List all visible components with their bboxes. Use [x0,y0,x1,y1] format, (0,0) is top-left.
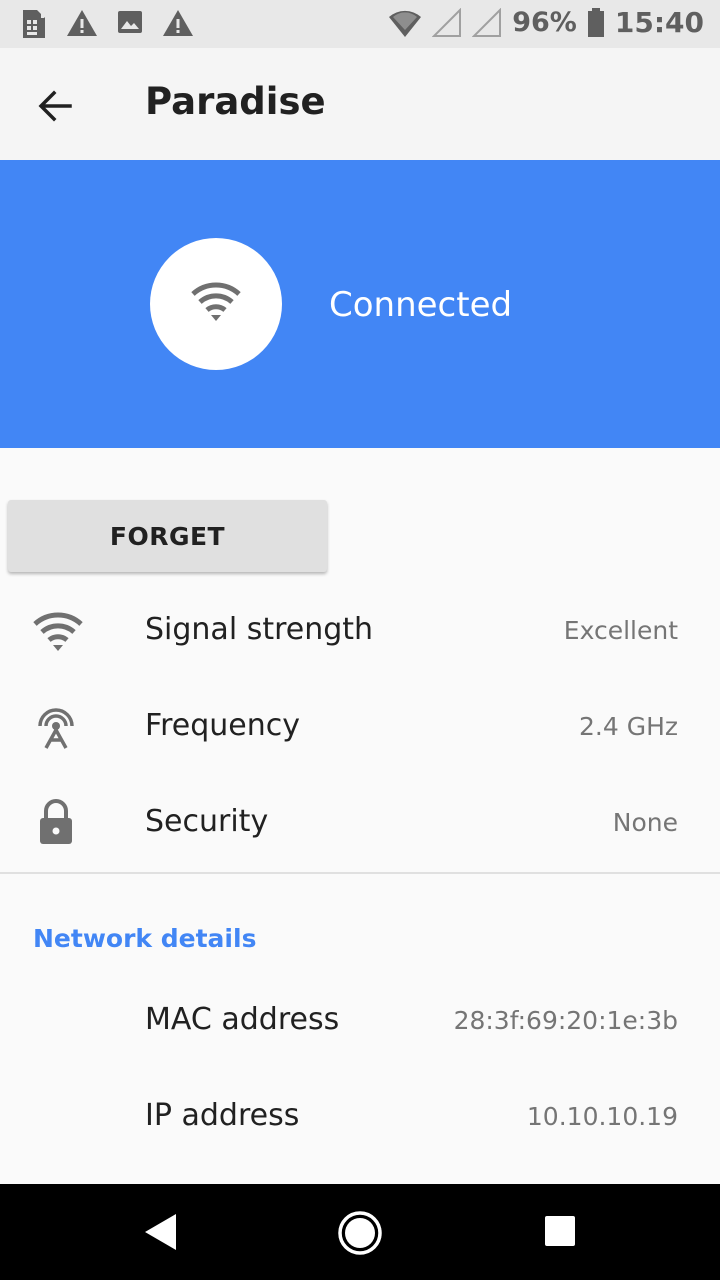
wifi-icon [389,10,422,37]
system-status: 96% 15:40 [388,6,704,39]
battery-icon [587,7,604,37]
app-bar: Paradise [0,48,720,161]
notification-icons [20,8,194,40]
mac-address-value: 28:3f:69:20:1e:3b [453,1006,678,1035]
ip-address-row: IP address 10.10.10.19 [0,1070,720,1166]
signal-strength-row: Signal strength Excellent [0,584,720,680]
warning-icon [163,10,193,36]
forget-button[interactable]: FORGET [8,500,327,572]
battery-percent: 96% [512,7,577,38]
status-bar: 96% 15:40 [0,0,720,48]
security-label: Security [145,804,269,839]
wifi-signal-icon [33,612,83,651]
frequency-row: Frequency 2.4 GHz [0,680,720,776]
arrow-back-icon [38,90,72,122]
divider [0,872,720,874]
signal-empty-icon [432,7,462,37]
page-title: Paradise [145,80,326,123]
back-button[interactable] [30,82,82,130]
wifi-icon [191,282,241,321]
wifi-status-badge [150,238,282,370]
connection-banner: Connected [0,160,720,448]
security-row: Security None [0,776,720,872]
warning-icon [67,10,97,36]
signal-empty-icon [472,7,502,37]
recents-square-icon[interactable] [544,1215,576,1247]
sim-alert-icon [23,10,45,38]
frequency-label: Frequency [145,708,300,743]
mac-address-row: MAC address 28:3f:69:20:1e:3b [0,974,720,1070]
image-icon [118,11,142,33]
signal-strength-label: Signal strength [145,612,374,647]
frequency-value: 2.4 GHz [579,712,678,741]
mac-address-label: MAC address [145,1002,340,1037]
security-value: None [612,808,678,837]
lock-icon [40,799,72,844]
clock: 15:40 [614,6,704,39]
network-details-header: Network details [33,924,257,953]
ip-address-label: IP address [145,1098,300,1133]
connection-status: Connected [329,285,513,325]
navigation-bar [0,1184,720,1280]
home-circle-icon[interactable] [337,1210,383,1256]
back-triangle-icon[interactable] [142,1212,178,1252]
ip-address-value: 10.10.10.19 [526,1102,678,1131]
signal-strength-value: Excellent [563,616,678,645]
antenna-icon [38,708,74,749]
